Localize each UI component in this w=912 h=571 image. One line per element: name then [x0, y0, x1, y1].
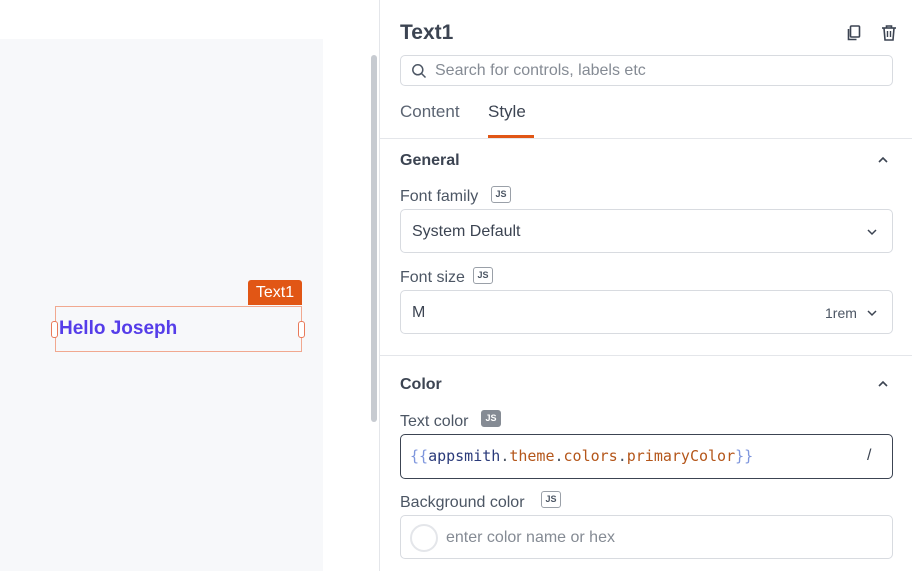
color-swatch[interactable] — [410, 524, 438, 552]
font-size-unit: 1rem — [825, 305, 857, 321]
font-size-value: M — [412, 304, 426, 321]
chevron-up-icon[interactable] — [876, 153, 890, 167]
editor-canvas[interactable] — [0, 39, 323, 571]
font-size-label: Font size — [400, 269, 465, 286]
background-color-js-toggle[interactable]: JS — [541, 491, 561, 508]
canvas-area — [0, 0, 380, 571]
section-general-title[interactable]: General — [400, 151, 460, 171]
section-color-title[interactable]: Color — [400, 375, 442, 395]
chevron-down-icon — [867, 229, 877, 236]
tabs-divider — [380, 138, 912, 139]
background-color-picker[interactable] — [400, 515, 893, 559]
resize-handle-right[interactable] — [298, 321, 305, 338]
property-pane: Text1 Content Style General Font family … — [380, 0, 912, 571]
font-family-js-toggle[interactable]: JS — [491, 186, 511, 203]
code-root: appsmith — [428, 447, 501, 465]
chevron-up-icon[interactable] — [876, 377, 890, 391]
font-family-value: System Default — [412, 223, 521, 240]
code-open-brace: {{ — [410, 447, 429, 465]
section-divider — [380, 355, 912, 356]
font-family-label: Font family — [400, 188, 479, 205]
widget-title[interactable]: Text1 — [400, 21, 453, 45]
canvas-scrollbar[interactable] — [371, 55, 377, 422]
text-widget-content: Hello Joseph — [59, 318, 178, 339]
delete-widget-button[interactable] — [879, 23, 899, 43]
background-color-label: Background color — [400, 494, 525, 511]
search-input[interactable] — [435, 60, 885, 82]
code-close-brace: }} — [735, 447, 754, 465]
text-color-code-editor[interactable]: {{appsmith.theme.colors.primaryColor}} / — [400, 434, 893, 479]
search-icon — [412, 64, 427, 79]
copy-widget-button[interactable] — [844, 23, 864, 43]
property-search[interactable] — [400, 55, 893, 86]
font-family-select[interactable]: System Default — [400, 209, 893, 253]
background-color-input[interactable] — [446, 527, 876, 549]
text-color-label: Text color — [400, 413, 469, 430]
code-path-theme: theme — [509, 447, 555, 465]
chevron-down-icon — [867, 310, 877, 317]
tab-content[interactable]: Content — [400, 102, 460, 122]
resize-handle-left[interactable] — [51, 321, 58, 338]
tab-style[interactable]: Style — [488, 102, 526, 122]
text-color-binding[interactable]: {{appsmith.theme.colors.primaryColor}} — [410, 446, 753, 466]
font-size-js-toggle[interactable]: JS — [473, 267, 493, 284]
copy-icon — [847, 25, 861, 41]
code-path-colors: colors — [563, 447, 618, 465]
widget-name-tag[interactable]: Text1 — [248, 280, 302, 305]
code-path-primary-color: primaryColor — [626, 447, 736, 465]
font-size-select[interactable]: M 1rem — [400, 290, 893, 334]
text-color-js-toggle[interactable]: JS — [481, 410, 501, 427]
slash-command-hint[interactable]: / — [867, 446, 871, 466]
trash-icon — [882, 25, 896, 41]
